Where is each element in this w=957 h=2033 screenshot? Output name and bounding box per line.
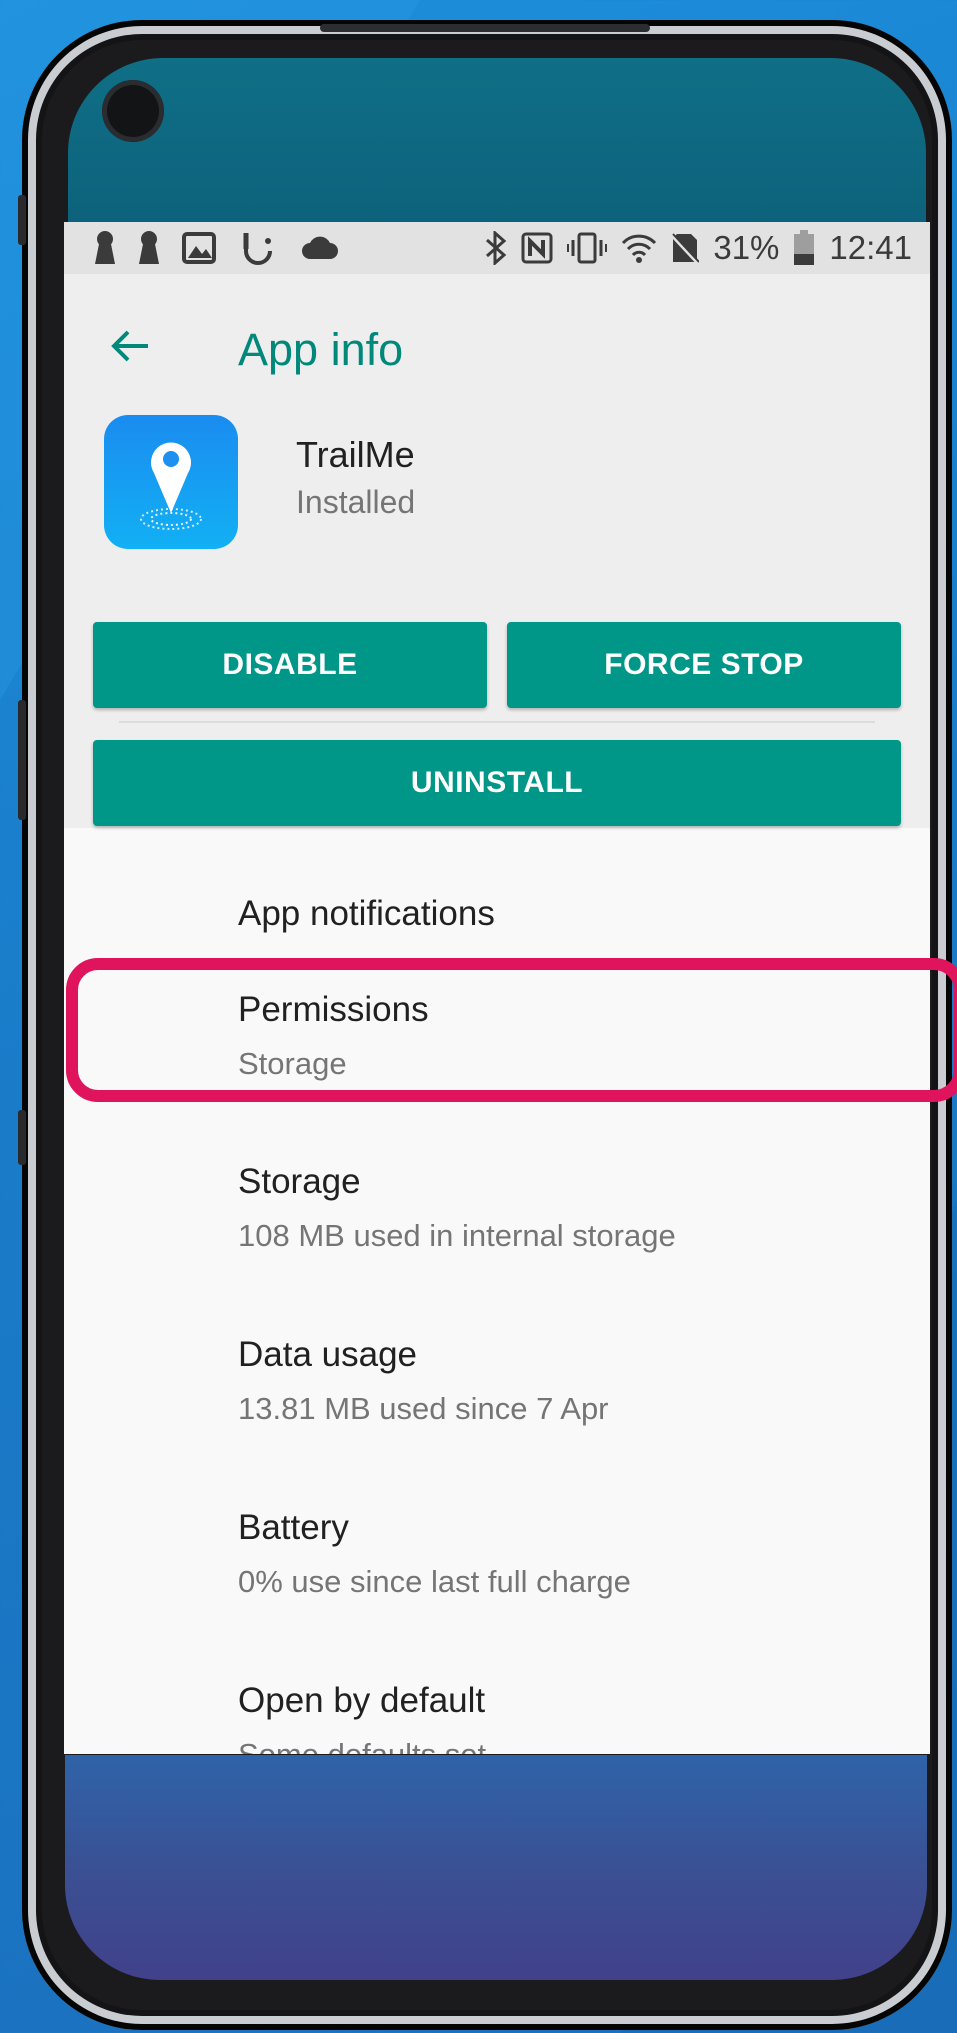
location-pin-icon	[104, 415, 238, 549]
list-item-data-usage[interactable]: Data usage 13.81 MB used since 7 Apr	[64, 1315, 930, 1465]
list-item-title: Storage	[238, 1162, 361, 1201]
vibrate-icon	[567, 228, 608, 268]
power-button	[18, 1110, 26, 1165]
no-sim-icon	[671, 228, 700, 268]
bluetooth-icon	[485, 228, 507, 268]
app-info-screen: 31% 12:41 App info TrailMe Installed DIS…	[64, 222, 930, 1754]
app-name: TrailMe	[296, 434, 415, 475]
image-icon	[182, 228, 216, 268]
list-item-subtitle: Some defaults set	[238, 1737, 486, 1754]
touch-icon	[238, 228, 278, 268]
list-item-title: Data usage	[238, 1335, 418, 1374]
list-item-open-by-default[interactable]: Open by default Some defaults set	[64, 1661, 930, 1754]
list-item-storage[interactable]: Storage 108 MB used in internal storage	[64, 1142, 930, 1292]
speaker-grille	[320, 24, 650, 32]
volume-button	[18, 195, 26, 245]
wifi-icon	[621, 228, 657, 268]
phone-screen-bottom	[65, 1755, 927, 1980]
list-item-app-notifications[interactable]: App notifications	[64, 862, 930, 962]
clock: 12:41	[829, 229, 912, 266]
list-item-title: Permissions	[238, 990, 429, 1029]
keyhole-icon	[138, 228, 160, 268]
battery-icon	[793, 228, 815, 268]
arrow-left-icon[interactable]	[106, 322, 154, 370]
status-bar: 31% 12:41	[64, 222, 930, 274]
list-item-title: Battery	[238, 1508, 349, 1547]
list-item-subtitle: Storage	[238, 1046, 347, 1081]
list-item-subtitle: 108 MB used in internal storage	[238, 1218, 676, 1253]
list-item-subtitle: 0% use since last full charge	[238, 1564, 631, 1599]
list-item-permissions[interactable]: Permissions Storage	[64, 970, 930, 1112]
app-status: Installed	[296, 484, 416, 520]
battery-percent: 31%	[713, 229, 780, 266]
front-camera	[102, 80, 164, 142]
nfc-icon	[521, 228, 553, 268]
disable-button[interactable]: DISABLE	[93, 622, 487, 708]
volume-button	[18, 700, 26, 820]
list-item-battery[interactable]: Battery 0% use since last full charge	[64, 1488, 930, 1638]
list-item-title: App notifications	[238, 894, 495, 933]
list-item-subtitle: 13.81 MB used since 7 Apr	[238, 1391, 609, 1426]
keyhole-icon	[94, 228, 116, 268]
force-stop-button[interactable]: FORCE STOP	[507, 622, 901, 708]
list-item-title: Open by default	[238, 1681, 486, 1720]
uninstall-button[interactable]: UNINSTALL	[93, 740, 901, 826]
page-title: App info	[238, 324, 404, 375]
divider	[119, 721, 875, 723]
cloud-icon	[300, 228, 340, 268]
